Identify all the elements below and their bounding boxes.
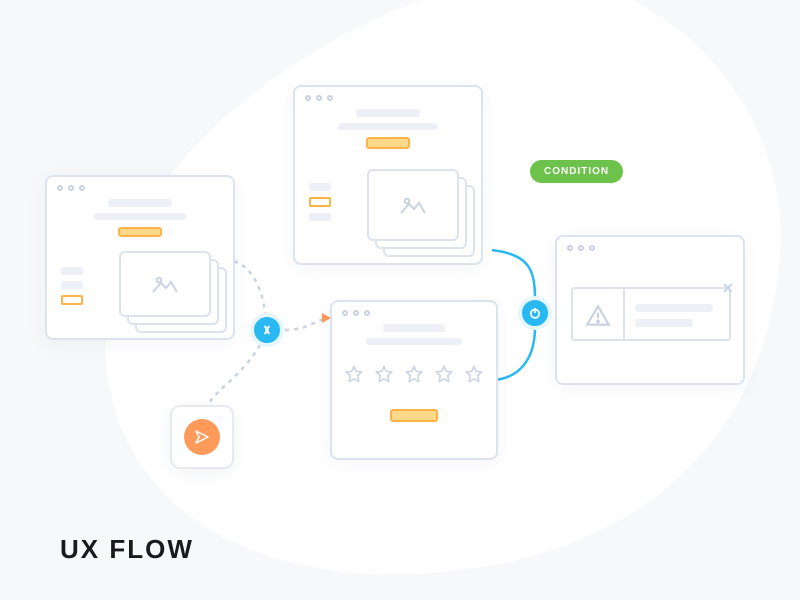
star-icon [465, 365, 483, 383]
option-2-selected[interactable] [309, 197, 331, 207]
close-icon[interactable]: ✕ [722, 280, 738, 296]
image-icon [151, 274, 179, 294]
wireframe-rating [330, 300, 498, 460]
subtitle-stub [94, 213, 186, 220]
title-stub [108, 199, 172, 207]
title-stub [383, 324, 445, 332]
title-stub [356, 109, 420, 117]
send-icon [193, 428, 211, 446]
star-icon [405, 365, 423, 383]
conditional-node[interactable] [518, 296, 552, 330]
window-traffic-lights [332, 302, 496, 316]
alert-dialog: ✕ [571, 287, 731, 341]
submit-button[interactable] [390, 409, 438, 422]
image-stack [119, 251, 211, 317]
option-3-selected[interactable] [61, 295, 83, 305]
alert-line-2 [635, 319, 693, 327]
option-3[interactable] [309, 213, 331, 221]
option-1[interactable] [309, 183, 331, 191]
star-icon [345, 365, 363, 383]
condition-badge: CONDITION [530, 160, 623, 183]
window-traffic-lights [47, 177, 233, 191]
subtitle-stub [366, 338, 462, 345]
merge-icon [259, 322, 275, 338]
cta-button[interactable] [366, 137, 410, 149]
ux-flow-diagram: CONDITION ✕ UX FLOW [0, 0, 800, 600]
alert-line-1 [635, 304, 713, 312]
wireframe-alert: ✕ [555, 235, 745, 385]
star-icon [435, 365, 453, 383]
warning-icon [585, 303, 611, 329]
send-action-card[interactable] [170, 405, 234, 469]
image-icon [399, 195, 427, 215]
merge-node[interactable] [250, 313, 284, 347]
power-icon [528, 306, 542, 320]
wireframe-top-gallery [293, 85, 483, 265]
image-stack [367, 169, 459, 241]
diagram-title: UX FLOW [60, 534, 194, 565]
wireframe-left-gallery [45, 175, 235, 340]
star-icon [375, 365, 393, 383]
window-traffic-lights [557, 237, 743, 251]
send-button[interactable] [184, 419, 220, 455]
subtitle-stub [338, 123, 438, 130]
option-1[interactable] [61, 267, 83, 275]
star-rating[interactable] [332, 365, 496, 383]
cta-button[interactable] [118, 227, 162, 237]
window-traffic-lights [295, 87, 481, 101]
option-2[interactable] [61, 281, 83, 289]
